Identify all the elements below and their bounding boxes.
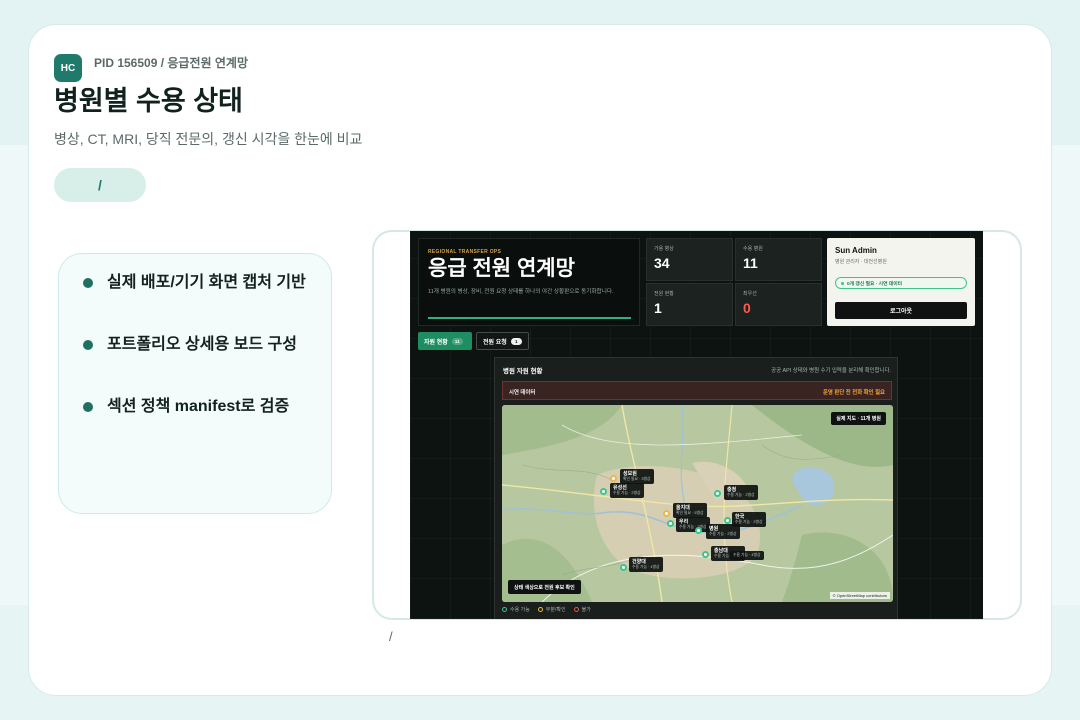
marker-detail: 수용 가능 · 2병상 [727,493,755,497]
marker-detail: 확인 필요 · 3병상 [623,477,651,481]
hospital-marker-icon[interactable] [662,509,670,517]
stat-value: 0 [743,300,751,316]
bullet-dot-icon [83,402,93,412]
marker-detail: 수용 가능 · 4병상 [632,565,660,569]
alert-label: 시연 데이터 [509,390,536,396]
panel-note: 공공 API 상태와 병원 수기 입력을 분리해 확인합니다. [771,368,891,374]
hospital-marker-icon[interactable] [619,563,627,571]
stat-value: 34 [654,255,670,271]
hospital-marker-label[interactable]: 성모원 확인 필요 · 3병상 [620,469,654,484]
stats-grid: 가용 병상 34 수용 병원 11 전원 현황 1 최우선 0 [646,238,822,326]
stat-label: 전원 현황 [654,291,674,297]
hospital-marker-icon[interactable] [609,474,617,482]
hospital-marker-icon[interactable] [701,550,709,558]
hospital-marker-label[interactable]: 을지대 확인 필요 · 5병상 [673,503,707,518]
panel-title: 병원 자원 현황 [503,368,543,375]
page-subtitle: 병상, CT, MRI, 당직 전문의, 갱신 시각을 한눈에 비교 [54,131,363,147]
marker-detail: 수용 가능 · 4병상 [733,553,761,557]
stat-label: 가용 병상 [654,246,674,252]
hospital-marker-label[interactable]: 우리 수용 가능 · 2병상 [676,517,710,532]
app-screenshot: REGIONAL TRANSFER OPS 응급 전원 연계망 11개 병원의 … [410,231,983,619]
stat-value: 11 [743,255,758,271]
sync-status-text: 0개 갱신 필요 · 시연 데이터 [847,281,903,287]
logout-button[interactable]: 로그아웃 [835,302,967,319]
hospital-map[interactable]: 실제 지도 · 11개 병원 성모원 확인 필요 · 3병상 유성선 수용 가능… [502,405,893,602]
hero-eyebrow: REGIONAL TRANSFER OPS [428,249,502,255]
marker-detail: 수용 가능 · 2병상 [679,525,707,529]
hospital-marker-icon[interactable] [599,487,607,495]
tab-label: 전원 요청 [483,339,507,346]
feature-bullet: 포트폴리오 상세용 보드 구성 [107,336,297,353]
feature-bullet: 섹션 정책 manifest로 검증 [107,398,290,415]
legend-item: 불가 [573,606,591,613]
hospital-marker-label[interactable]: 건양대 수용 가능 · 4병상 [629,557,663,572]
app-description: 11개 병원의 병상, 장비, 전원 요청 상태를 하나의 야간 상황판으로 동… [428,289,614,295]
hospital-marker-icon[interactable] [723,516,731,524]
marker-detail: 확인 필요 · 5병상 [676,511,704,515]
stat-card: 가용 병상 34 [646,238,733,281]
hospital-marker-icon[interactable] [713,489,721,497]
legend-dot-icon [502,607,507,612]
tab-label: 자원 현황 [424,339,448,346]
map-attribution[interactable]: © OpenStreetMap contributors [829,592,890,599]
hospital-marker-label[interactable]: 수용 가능 · 4병상 [730,551,764,560]
stat-card: 최우선 0 [735,283,822,326]
hospital-marker-icon[interactable] [694,526,702,534]
hero-panel: REGIONAL TRANSFER OPS 응급 전원 연계망 11개 병원의 … [418,238,640,326]
page-title: 병원별 수용 상태 [54,86,243,116]
legend-label: 수용 가능 [510,607,530,613]
stat-value: 1 [654,300,662,316]
screenshot-caption: / [389,629,393,644]
project-id: PID 156509 / 응급전원 연계망 [94,56,248,70]
status-dot-icon [841,281,844,285]
tab-count-badge: 1 [510,337,522,345]
tab-transfer-requests[interactable]: 전원 요청 1 [476,332,529,350]
feature-bullet: 실제 배포/기기 화면 캡처 기반 [107,274,306,291]
legend-label: 부분/확인 [545,607,566,613]
marker-detail: 수용 가능 · 2병상 [709,532,737,536]
map-hint: 상태 색상으로 전원 후보 확인 [508,580,581,594]
user-role: 병원 관리자 · 대전선병원 [835,259,887,265]
legend-item: 부분/확인 [537,606,566,613]
hero-accent-line [428,317,631,319]
bullet-dot-icon [83,278,93,288]
map-count-badge: 실제 지도 · 11개 병원 [831,412,886,425]
legend-dot-icon [537,607,543,612]
stat-label: 수용 병원 [743,246,763,252]
app-title: 응급 전원 연계망 [428,257,575,280]
hospital-marker-label[interactable]: 한국 수용 가능 · 2병상 [732,512,766,527]
legend-dot-icon [573,607,579,612]
feature-panel: 실제 배포/기기 화면 캡처 기반 포트폴리오 상세용 보드 구성 섹션 정책 … [58,253,332,514]
marker-detail: 수용 가능 · 2병상 [735,520,763,524]
bullet-dot-icon [83,340,93,350]
sync-status-badge: 0개 갱신 필요 · 시연 데이터 [835,277,967,289]
demo-alert: 시연 데이터 운영 판단 전 전화 확인 필요 [502,381,892,400]
project-badge: HC [54,54,82,82]
hospital-marker-icon[interactable] [666,519,674,527]
tab-count-badge: 11 [451,337,463,345]
legend-label: 불가 [581,607,591,613]
tab-resources[interactable]: 자원 현황 11 [418,332,472,350]
resource-panel: 병원 자원 현황 공공 API 상태와 병원 수기 입력을 분리해 확인합니다.… [494,357,898,619]
hospital-marker-label[interactable]: 유성선 수용 가능 · 2병상 [610,483,644,498]
section-pill[interactable]: / [54,168,146,202]
stat-card: 전원 현황 1 [646,283,733,326]
user-name: Sun Admin [835,246,877,255]
hospital-marker-label[interactable]: 충청 수용 가능 · 2병상 [724,485,758,500]
marker-detail: 수용 가능 · 2병상 [613,491,641,495]
user-panel: Sun Admin 병원 관리자 · 대전선병원 0개 갱신 필요 · 시연 데… [827,238,975,326]
map-legend: 수용 가능 부분/확인 불가 [502,606,591,613]
legend-item: 수용 가능 [502,606,530,613]
alert-message: 운영 판단 전 전화 확인 필요 [822,390,885,396]
stat-card: 수용 병원 11 [735,238,822,281]
stat-label: 최우선 [743,291,757,297]
